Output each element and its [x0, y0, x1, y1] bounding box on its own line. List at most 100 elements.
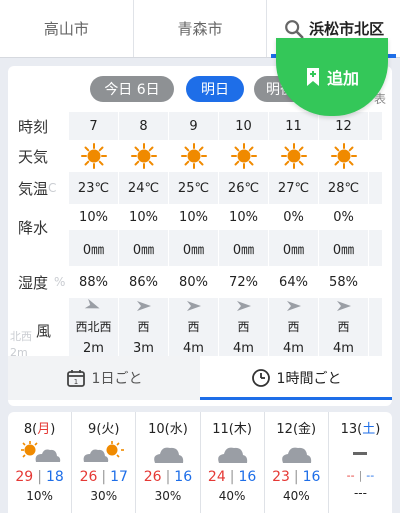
temp-cell: 25℃	[168, 172, 218, 204]
high-temp: 24	[207, 469, 226, 485]
temperature-label-text: 気温	[18, 179, 49, 198]
humidity-cell: 64%	[268, 266, 318, 298]
wind-row: 風 北西 2m 西北西 2m 西 3m 西 4m 西 4m 西 4m 西 4m	[8, 298, 392, 362]
today-pill[interactable]: 今日 6日	[90, 76, 174, 102]
temp-cell: 28℃	[318, 172, 368, 204]
wind-cell: 西 4m	[318, 298, 368, 362]
wind-arrow-icon	[236, 301, 251, 311]
weather-label: 天気	[18, 147, 49, 166]
day-of-week: 火	[101, 422, 115, 437]
day-number: 11	[212, 422, 229, 437]
day-column[interactable]: 10(水) 26 | 16 30%	[136, 412, 201, 513]
tab-daily-label: 1日ごと	[91, 371, 143, 387]
svg-text:1: 1	[73, 378, 77, 386]
sun-cloud-icon	[20, 441, 60, 462]
day-header: 8(月)	[23, 422, 56, 437]
wind-arrow-icon	[85, 298, 101, 309]
tab-hourly[interactable]: 1時間ごと	[200, 356, 392, 400]
wind-cell: 西 4m	[268, 298, 318, 362]
wind-cell-partial	[368, 298, 382, 362]
high-temp: 26	[79, 469, 98, 485]
day-of-week: 水	[169, 422, 183, 437]
weather-cell-partial	[368, 140, 382, 172]
wind-speed: 4m	[333, 341, 354, 356]
temp-cell: 27℃	[268, 172, 318, 204]
wind-speed: 4m	[283, 341, 304, 356]
location-tab-aomori[interactable]: 青森市	[134, 0, 268, 57]
humidity-cell: 86%	[118, 266, 168, 298]
low-temp: 16	[238, 469, 257, 485]
ghost-text: %	[54, 275, 66, 289]
temperature-label: 気温 C	[8, 172, 68, 204]
location-tab-label: 浜松市北区	[309, 20, 385, 38]
day-temps: 29 | 18	[15, 469, 64, 485]
precip-amount-cell: 0㎜	[318, 230, 368, 266]
day-temps: 26 | 16	[143, 469, 193, 485]
wind-direction: 西	[137, 320, 150, 334]
day-column[interactable]: 11(木) 24 | 16 40%	[201, 412, 265, 513]
cloud-sun-icon	[83, 441, 124, 462]
sun-icon	[80, 143, 107, 169]
day-header: 12(金)	[276, 422, 317, 437]
day-column[interactable]: 9(火) 26 | 17 30%	[72, 412, 137, 513]
day-column[interactable]: 12(金) 23 | 16 40%	[265, 412, 329, 513]
tab-daily[interactable]: 1 1日ごと	[8, 356, 200, 400]
no-data-dash	[353, 451, 368, 455]
precip-amount-cell: 0㎜	[268, 230, 318, 266]
search-icon[interactable]	[283, 18, 305, 40]
location-tab-takayama[interactable]: 高山市	[0, 0, 134, 57]
day-column[interactable]: 13(土) -- | -- ---	[329, 412, 392, 513]
weather-cell	[318, 140, 368, 172]
wind-speed: 4m	[233, 341, 254, 356]
high-temp: 29	[15, 469, 34, 485]
time-label: 時刻	[18, 117, 49, 136]
temp-cell-partial	[368, 172, 382, 204]
precip-prob-cell: 10%	[168, 204, 218, 230]
precip-chance: 30%	[154, 489, 182, 503]
day-weather	[82, 439, 126, 467]
calendar-icon: 1	[66, 370, 85, 387]
hour-cell: 10	[218, 112, 268, 140]
low-temp: --	[366, 469, 375, 482]
humidity-cell: 88%	[68, 266, 118, 298]
precip-chance: ---	[353, 486, 367, 500]
cloud-icon	[154, 447, 184, 463]
wind-cell: 西 4m	[168, 298, 218, 362]
day-temps: -- | --	[346, 469, 375, 482]
tomorrow-pill[interactable]: 明日	[186, 76, 244, 102]
humidity-cell: 80%	[168, 266, 218, 298]
precip-chance: 40%	[218, 489, 246, 503]
weather-cell	[268, 140, 318, 172]
day-temps: 24 | 16	[207, 469, 257, 485]
hour-cell: 9	[168, 112, 218, 140]
location-tab-label: 青森市	[177, 20, 223, 38]
wind-cell: 西北西 2m	[68, 298, 118, 362]
weather-cell	[218, 140, 268, 172]
day-number: 13	[340, 422, 358, 437]
day-weather	[151, 439, 185, 467]
wind-cell: 西 4m	[218, 298, 268, 362]
hour-cell: 8	[118, 112, 168, 140]
precip-chance: 10%	[26, 489, 53, 503]
wind-arrow-icon	[336, 301, 351, 311]
precip-prob-cell: 10%	[118, 204, 168, 230]
weather-cell	[68, 140, 118, 172]
ghost-text: 北西	[10, 330, 32, 343]
weather-cell	[168, 140, 218, 172]
wind-label: 風	[36, 321, 52, 340]
hour-cell-partial	[368, 112, 382, 140]
wind-direction: 西	[337, 320, 350, 334]
day-number: 9	[88, 422, 97, 437]
cloud-icon	[282, 447, 312, 463]
low-temp: 17	[110, 469, 128, 485]
humidity-cell: 72%	[218, 266, 268, 298]
day-of-week: 金	[298, 422, 312, 437]
hour-cell: 11	[268, 112, 318, 140]
wind-speed: 3m	[133, 341, 154, 356]
day-of-week: 木	[233, 422, 247, 437]
high-temp: 26	[143, 469, 162, 485]
hour-cell: 7	[68, 112, 118, 140]
wind-direction: 西	[237, 320, 250, 334]
day-column[interactable]: 8(月) 29 | 18 10%	[8, 412, 73, 513]
precip-prob-cell: 10%	[68, 204, 118, 230]
